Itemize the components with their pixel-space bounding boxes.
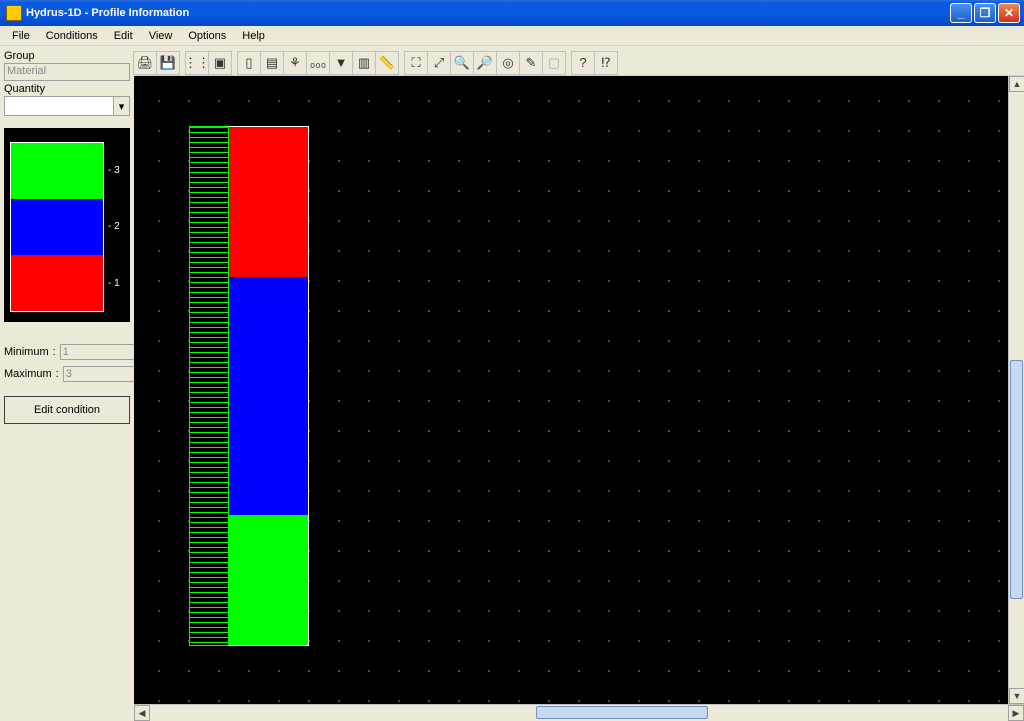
grid-dots-icon[interactable]: ⋮⋮	[185, 51, 209, 75]
legend-tick-3: 3	[108, 165, 124, 176]
scale-icon[interactable]: ₀₀₀	[306, 51, 330, 75]
profile-icon[interactable]: ▯	[237, 51, 261, 75]
legend-colors	[10, 142, 104, 312]
layers-icon[interactable]: ▥	[352, 51, 376, 75]
quantity-dropdown[interactable]: ▾	[4, 96, 130, 116]
scroll-left-icon[interactable]: ◀	[134, 705, 150, 721]
vertical-scrollbar[interactable]: ▲ ▼	[1008, 76, 1024, 704]
minimize-button[interactable]: _	[950, 3, 972, 23]
horizontal-scrollbar[interactable]: ◀ ▶	[134, 704, 1024, 720]
menu-file[interactable]: File	[4, 28, 38, 44]
blank-icon: ▢	[542, 51, 566, 75]
target-icon[interactable]: ◎	[496, 51, 520, 75]
scroll-up-icon[interactable]: ▲	[1009, 76, 1024, 92]
legend: 3 2 1	[4, 128, 130, 322]
menu-options[interactable]: Options	[180, 28, 234, 44]
maximize-button[interactable]: ❐	[974, 3, 996, 23]
materials-icon[interactable]: ▤	[260, 51, 284, 75]
window-title: Hydrus-1D - Profile Information	[26, 7, 948, 19]
zoom-extent-icon[interactable]: ⛶	[404, 51, 428, 75]
edit-condition-button[interactable]: Edit condition	[4, 396, 130, 424]
chevron-down-icon[interactable]: ▾	[113, 97, 129, 115]
soil-profile	[189, 126, 309, 646]
roots-icon[interactable]: ⚘	[283, 51, 307, 75]
print-icon[interactable]: 🖨	[133, 51, 157, 75]
group-label: Group	[4, 50, 130, 62]
grid-frame-icon[interactable]: ▣	[208, 51, 232, 75]
ruler-icon[interactable]: 📏	[375, 51, 399, 75]
material-segment-3	[229, 515, 308, 645]
material-segment-2	[229, 277, 308, 515]
menu-help[interactable]: Help	[234, 28, 273, 44]
legend-ticks: 3 2 1	[104, 142, 124, 312]
sidebar: Group Material Quantity ▾ 3 2 1	[0, 46, 134, 720]
material-segment-1	[229, 127, 308, 277]
menu-conditions[interactable]: Conditions	[38, 28, 106, 44]
titlebar: Hydrus-1D - Profile Information _ ❐ ✕	[0, 0, 1024, 26]
context-help-icon[interactable]: ⁉	[594, 51, 618, 75]
help-icon[interactable]: ?	[571, 51, 595, 75]
legend-tick-1: 1	[108, 278, 124, 289]
minimum-label: Minimum	[4, 346, 49, 358]
maximum-row: Maximum :	[4, 366, 130, 382]
legend-swatch-1	[11, 255, 103, 311]
menubar: File Conditions Edit View Options Help	[0, 26, 1024, 46]
close-button[interactable]: ✕	[998, 3, 1020, 23]
menu-view[interactable]: View	[141, 28, 181, 44]
profile-canvas[interactable]	[134, 76, 1008, 704]
zoom-fit-icon[interactable]: ⤢	[427, 51, 451, 75]
edit-nodes-icon[interactable]: ✎	[519, 51, 543, 75]
legend-swatch-2	[11, 199, 103, 255]
vscroll-thumb[interactable]	[1010, 360, 1023, 598]
obs-icon[interactable]: ▼	[329, 51, 353, 75]
quantity-label: Quantity	[4, 83, 130, 95]
toolbar: 🖨💾⋮⋮▣▯▤⚘₀₀₀▼▥📏⛶⤢🔍🔎◎✎▢?⁉	[134, 46, 1024, 76]
legend-tick-2: 2	[108, 221, 124, 232]
group-value: Material	[4, 63, 130, 81]
scroll-down-icon[interactable]: ▼	[1009, 688, 1024, 704]
zoom-in-icon[interactable]: 🔎	[473, 51, 497, 75]
maximum-label: Maximum	[4, 368, 52, 380]
legend-swatch-3	[11, 143, 103, 199]
zoom-out-icon[interactable]: 🔍	[450, 51, 474, 75]
material-column	[229, 126, 309, 646]
scroll-right-icon[interactable]: ▶	[1008, 705, 1024, 721]
app-icon	[6, 5, 22, 21]
minimum-row: Minimum :	[4, 344, 130, 360]
save-icon: 💾	[156, 51, 180, 75]
hscroll-thumb[interactable]	[536, 706, 708, 719]
depth-ruler	[189, 126, 229, 646]
menu-edit[interactable]: Edit	[106, 28, 141, 44]
